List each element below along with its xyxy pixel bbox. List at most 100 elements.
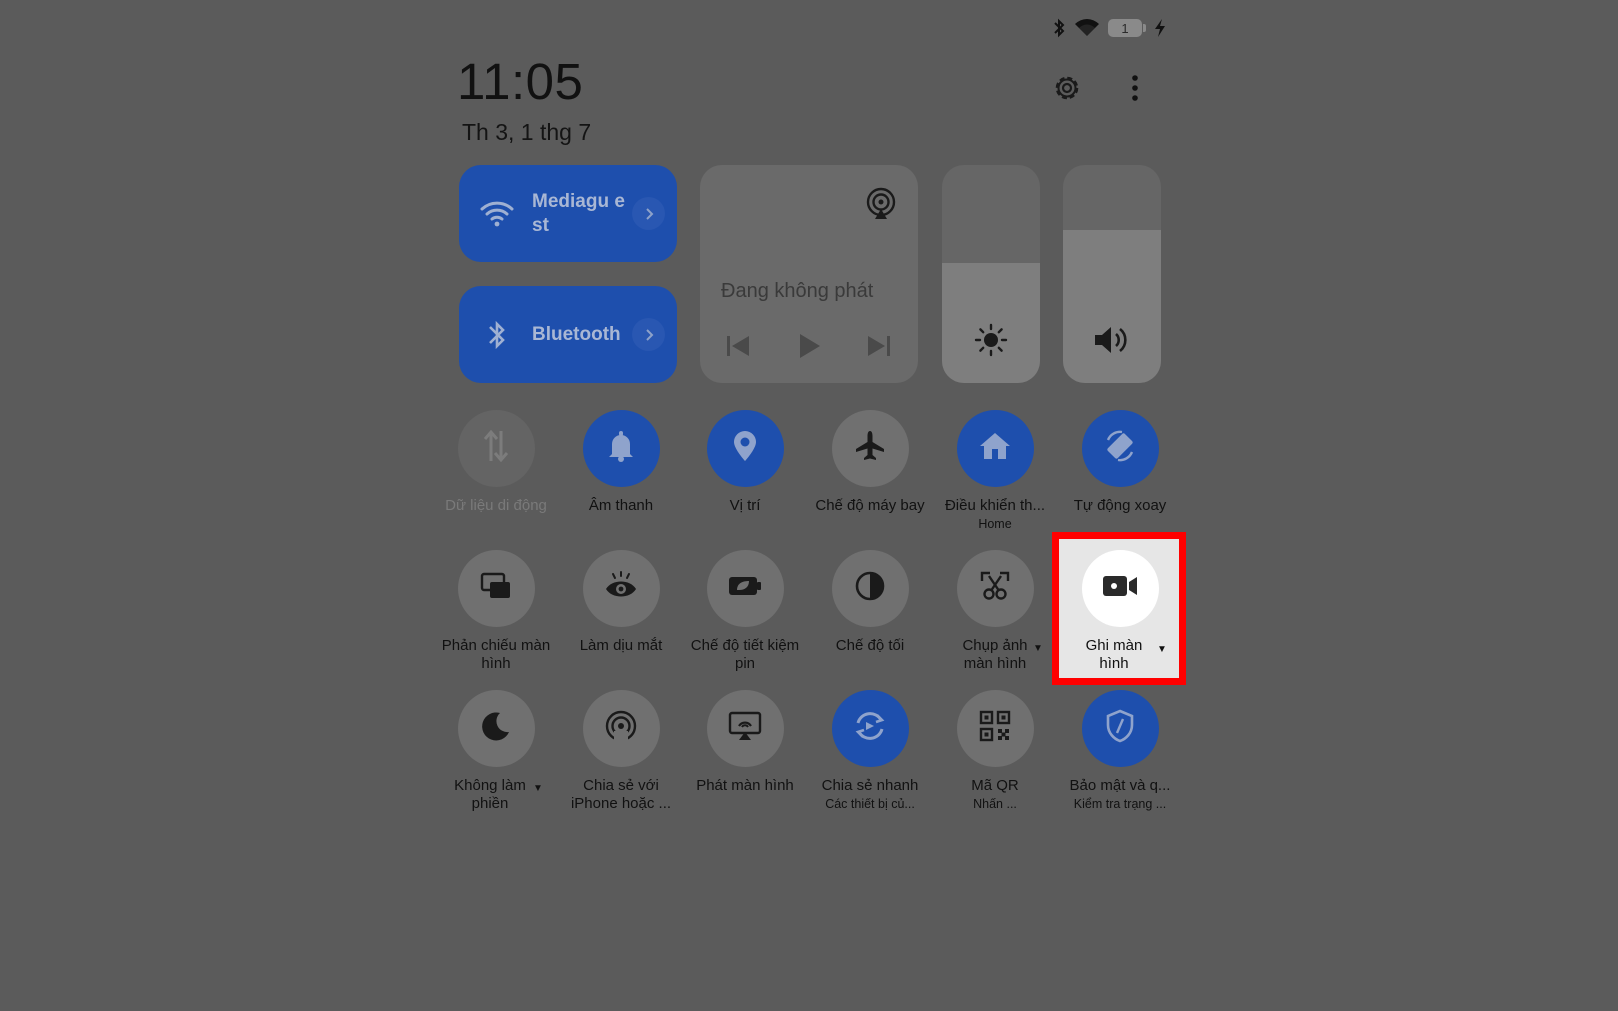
eye-comfort-button[interactable] [582,550,660,627]
home-control-sub: Home [978,517,1012,531]
security-sub: Kiểm tra trạng ... [1073,797,1167,811]
toggle-share-iphone[interactable]: Chia sẻ với iPhone hoặc ... [551,690,691,813]
battery-leaf-icon [728,575,762,602]
bell-icon [607,430,635,467]
toggle-qr[interactable]: Mã QR Nhấn ... [925,690,1065,811]
brightness-slider[interactable] [942,165,1040,383]
next-track-button[interactable] [867,335,891,362]
cast-audio-icon[interactable] [864,187,898,226]
toggle-screenshot[interactable]: Chụp ảnh màn hình [925,550,1065,673]
qr-sub: Nhấn ... [973,797,1017,811]
more-options-button[interactable] [1115,70,1155,110]
toggle-battery-saver[interactable]: Chế độ tiết kiệm pin [675,550,815,673]
dark-mode-label: Chế độ tối [835,637,905,654]
eye-icon [604,571,638,606]
battery-icon: 1 [1108,19,1146,37]
bluetooth-label: Bluetooth [532,323,621,345]
quick-share-button[interactable] [831,690,909,767]
toggle-dark-mode[interactable]: Chế độ tối [800,550,940,655]
dark-mode-icon [854,570,886,607]
share-signal-icon [604,709,638,748]
charging-icon [1154,19,1166,37]
toggle-screen-record[interactable]: Ghi màn hình [1050,550,1190,673]
play-button[interactable] [798,333,822,364]
mobile-data-icon [482,429,510,468]
toggle-home-control[interactable]: Điều khiển th... Home [925,410,1065,531]
screen-mirror-label: Phản chiếu màn hình [441,637,551,672]
quick-share-sub: Các thiết bị củ... [825,797,915,811]
mobile-data-label: Dữ liệu di động [445,497,547,514]
security-button[interactable] [1081,690,1159,767]
qr-label: Mã QR [971,777,1019,794]
bluetooth-icon [1052,18,1066,38]
wifi-expand-button[interactable] [632,197,665,230]
toggle-screen-mirror[interactable]: Phản chiếu màn hình [426,550,566,673]
cast-screen-icon [728,711,762,746]
toggle-auto-rotate[interactable]: Tự động xoay [1050,410,1190,515]
battery-saver-button[interactable] [706,550,784,627]
wifi-network-name: Mediagu est [532,190,625,236]
volume-slider[interactable] [1063,165,1161,383]
toggle-mobile-data[interactable]: Dữ liệu di động [426,410,566,515]
settings-button[interactable] [1047,70,1087,110]
brightness-icon [974,323,1008,362]
sound-button[interactable] [582,410,660,487]
date[interactable]: Th 3, 1 thg 7 [462,119,591,146]
sound-label: Âm thanh [588,497,654,514]
shield-icon [1105,709,1135,748]
home-icon [979,431,1011,466]
cast-label: Phát màn hình [696,777,794,794]
auto-rotate-label: Tự động xoay [1073,497,1167,514]
screen-mirror-icon [480,572,512,605]
toggle-sound[interactable]: Âm thanh [551,410,691,515]
share-iphone-button[interactable] [582,690,660,767]
clock[interactable]: 11:05 [457,56,583,107]
auto-rotate-button[interactable] [1081,410,1159,487]
dnd-label: Không làm phiền [454,777,526,812]
bluetooth-tile[interactable]: Bluetooth [459,286,677,383]
screenshot-button[interactable] [956,550,1034,627]
dnd-dropdown-caret[interactable]: ▼ [533,783,543,794]
wifi-tile[interactable]: Mediagu est [459,165,677,262]
share-iphone-label: Chia sẻ với iPhone hoặc ... [570,777,672,812]
quick-share-label: Chia sẻ nhanh [821,777,919,794]
toggle-airplane[interactable]: Chế độ máy bay [800,410,940,515]
location-button[interactable] [706,410,784,487]
home-control-button[interactable] [956,410,1034,487]
location-label: Vị trí [729,497,761,514]
status-bar: 1 [1052,18,1166,38]
toggle-eye-comfort[interactable]: Làm dịu mắt [551,550,691,655]
rotate-icon [1102,428,1138,469]
dnd-button[interactable] [457,690,535,767]
cast-button[interactable] [706,690,784,767]
airplane-button[interactable] [831,410,909,487]
screenshot-dropdown-caret[interactable]: ▼ [1033,643,1043,654]
screen-mirror-button[interactable] [457,550,535,627]
toggle-dnd[interactable]: Không làm phiền [426,690,566,813]
wifi-icon [1074,18,1100,38]
media-player-tile[interactable]: Đang không phát [700,165,918,383]
screen-record-label: Ghi màn hình [1085,637,1143,672]
screenshot-label: Chụp ảnh màn hình [962,637,1028,672]
security-label: Bảo mật và q... [1069,777,1171,794]
previous-track-button[interactable] [726,335,750,362]
dark-mode-button[interactable] [831,550,909,627]
mobile-data-button[interactable] [457,410,535,487]
moon-icon [480,710,512,747]
screen-record-dropdown-caret[interactable]: ▼ [1157,644,1167,655]
toggle-location[interactable]: Vị trí [675,410,815,515]
screen-record-button[interactable] [1081,550,1159,627]
toggle-security[interactable]: Bảo mật và q... Kiểm tra trạng ... [1050,690,1190,811]
toggle-quick-share[interactable]: Chia sẻ nhanh Các thiết bị củ... [800,690,940,811]
bluetooth-expand-button[interactable] [632,318,665,351]
toggle-cast[interactable]: Phát màn hình [675,690,815,795]
home-control-label: Điều khiển th... [944,497,1046,514]
more-vert-icon [1131,74,1139,107]
media-status: Đang không phát [721,280,874,302]
video-camera-icon [1102,574,1138,603]
location-pin-icon [732,430,758,467]
qr-button[interactable] [956,690,1034,767]
qr-code-icon [979,710,1011,747]
wifi-icon [477,194,517,234]
gear-icon [1051,72,1083,109]
